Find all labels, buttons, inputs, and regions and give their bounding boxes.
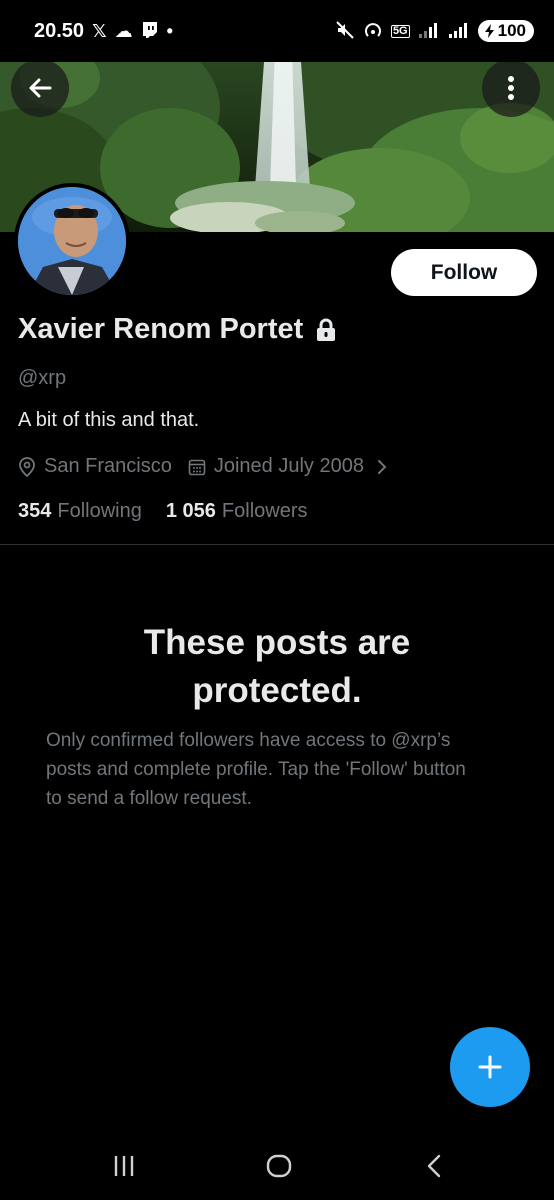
protected-title: These posts are protected. xyxy=(143,623,411,710)
joined-item: Joined July 2008 xyxy=(188,455,364,478)
signal-roaming-icon xyxy=(448,21,470,42)
x-app-icon: 𝕏 xyxy=(92,21,107,41)
chevron-right-icon[interactable] xyxy=(376,458,388,476)
back-button[interactable] xyxy=(11,59,69,117)
following-count: 354 xyxy=(18,500,52,522)
system-back-button[interactable] xyxy=(389,1132,479,1200)
back-chevron-icon xyxy=(427,1154,441,1178)
charging-icon xyxy=(484,24,494,38)
status-bar: 20.50 𝕏 ☁ • 5G 100 xyxy=(0,0,554,62)
mute-icon xyxy=(335,20,355,43)
protected-body: Only confirmed followers have access to … xyxy=(46,730,466,809)
notification-dot-icon: • xyxy=(166,21,173,41)
follow-button[interactable]: Follow xyxy=(391,249,537,296)
followers-label: Followers xyxy=(221,500,308,522)
status-time: 20.50 xyxy=(34,19,85,42)
following-label: Following xyxy=(57,500,142,522)
status-right: 5G 100 xyxy=(335,20,534,43)
avatar-photo xyxy=(18,187,126,295)
name-row: Xavier Renom Portet xyxy=(18,313,337,346)
cloud-icon: ☁ xyxy=(114,21,133,41)
location-pin-icon xyxy=(19,456,35,477)
followers-count: 1 056 xyxy=(165,500,216,522)
system-nav-bar xyxy=(0,1132,554,1200)
home-button[interactable] xyxy=(234,1132,324,1200)
profile-stats: 354 Following 1 056 Followers xyxy=(18,500,308,523)
profile-handle: @xrp xyxy=(18,367,67,389)
location-item: San Francisco xyxy=(18,455,172,478)
arrow-left-icon xyxy=(29,78,52,98)
compose-fab-button[interactable] xyxy=(450,1027,530,1107)
joined-text: Joined July 2008 xyxy=(213,455,364,477)
twitch-icon xyxy=(141,21,159,42)
more-options-button[interactable] xyxy=(482,59,540,117)
hotspot-icon xyxy=(363,20,383,43)
following-stat[interactable]: 354 Following xyxy=(18,500,142,523)
plus-icon xyxy=(478,1055,502,1079)
avatar[interactable] xyxy=(14,183,130,299)
signal-icon xyxy=(418,21,440,42)
recents-button[interactable] xyxy=(79,1132,169,1200)
more-vertical-icon xyxy=(508,76,514,100)
status-left: 20.50 𝕏 ☁ • xyxy=(34,20,173,43)
profile-bio: A bit of this and that. xyxy=(18,409,200,431)
display-name: Xavier Renom Portet xyxy=(18,313,304,345)
home-icon xyxy=(266,1154,292,1178)
recents-icon xyxy=(114,1156,134,1176)
calendar-icon xyxy=(188,459,206,475)
followers-stat[interactable]: 1 056 Followers xyxy=(166,500,308,523)
profile-meta-row[interactable]: San Francisco Joined July 2008 xyxy=(18,455,388,478)
location-text: San Francisco xyxy=(44,455,172,477)
profile-divider xyxy=(0,544,554,545)
network-type: 5G xyxy=(390,24,410,38)
battery-indicator: 100 xyxy=(477,20,534,42)
lock-icon xyxy=(317,318,336,341)
